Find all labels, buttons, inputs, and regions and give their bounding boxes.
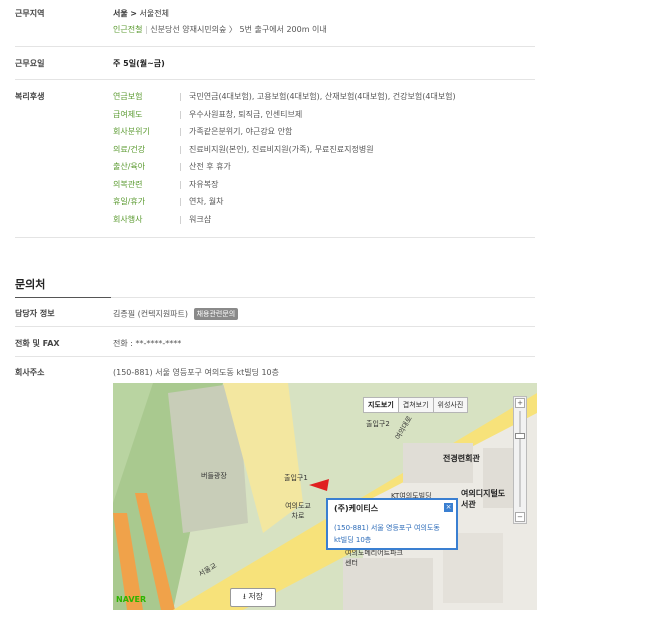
address-value: (150-881) 서울 영등포구 여의도동 kt빌딩 10층 <box>113 368 280 377</box>
download-icon: ⭳ <box>242 592 246 601</box>
list-item: 회사분위기 | 가족같은분위기, 야근강요 안함 <box>113 127 293 136</box>
welfare-list: 연금보험 | 국민연금(4대보험), 고용보험(4대보험), 산재보험(4대보험),… <box>113 91 533 231</box>
zoom-out-button[interactable]: − <box>515 512 525 522</box>
phone-value: 전화 : **-****-**** <box>113 339 182 348</box>
zoom-in-button[interactable]: + <box>515 398 525 408</box>
list-item: 회사행사 | 워크샵 <box>113 214 212 224</box>
map-view-toggle: 지도보기 겹쳐보기 위성사진 <box>363 397 469 413</box>
map-label: 전경련회관 <box>443 454 480 463</box>
zoom-slider-handle[interactable] <box>515 433 525 439</box>
list-item: 의복관련 | 자유복장 <box>113 179 219 189</box>
satellite-view-button[interactable]: 위성사진 <box>432 397 469 413</box>
map-label: 여의도메리어트파크센터 <box>345 549 403 567</box>
address-label: 회사주소 <box>15 368 45 377</box>
zoom-track[interactable] <box>519 411 521 507</box>
list-item: 휴일/휴가 | 연차, 월차 <box>113 197 224 206</box>
nearby-station-label: 인근전철 <box>113 25 143 34</box>
company-map[interactable]: 전경련회관 출입구1 출입구2 여의대로 버들광장 여의도교차로 KT여의도빌딩… <box>113 383 537 610</box>
divider <box>15 46 535 47</box>
nearby-station-value: 신분당선 양재시민의숲 〉 5번 출구에서 200m 이내 <box>150 25 327 34</box>
list-item: 출산/육아 | 산전 후 휴가 <box>113 162 231 171</box>
region: 서울 <box>113 9 128 18</box>
list-item: 의료/건강 | 진료비지원(본인), 진료비지원(가족), 무료진료지정병원 <box>113 144 374 154</box>
inquiry-badge[interactable]: 채용관련문의 <box>193 308 239 320</box>
map-label: 여의도교차로 <box>285 502 311 520</box>
area: 서울전체 <box>139 9 169 18</box>
divider <box>15 356 535 357</box>
close-icon[interactable]: × <box>444 503 453 512</box>
location-popup: (주)케이티스 × (150-881) 서울 영등포구 여의도동 kt빌딩 10… <box>326 498 458 550</box>
divider <box>111 297 535 298</box>
divider <box>15 326 535 327</box>
overlay-view-button[interactable]: 겹쳐보기 <box>397 397 434 413</box>
save-map-button[interactable]: ⭳ 저장 <box>230 588 276 607</box>
naver-logo: NAVER <box>116 595 147 604</box>
work-days-label: 근무요일 <box>15 59 45 68</box>
map-view-button[interactable]: 지도보기 <box>363 397 399 413</box>
divider <box>15 237 535 238</box>
work-location-label: 근무지역 <box>15 9 45 18</box>
work-days-value: 주 5일(월~금) <box>113 59 165 68</box>
map-label: 여의디지털도서관 <box>461 489 506 509</box>
zoom-control: + − <box>513 396 527 524</box>
section-underline <box>15 297 111 298</box>
manager-label: 담당자 정보 <box>15 309 55 318</box>
popup-address: (150-881) 서울 영등포구 여의도동 kt빌딩 10층 <box>334 524 440 544</box>
map-label: 출입구2 <box>366 420 390 428</box>
list-item: 급여제도 | 우수사원표창, 퇴직금, 인센티브제 <box>113 109 303 119</box>
phone-label: 전화 및 FAX <box>15 339 60 348</box>
map-label: 출입구1 <box>284 474 308 482</box>
section-title: 문의처 <box>15 278 46 291</box>
map-label: 버들광장 <box>201 472 227 480</box>
manager-value: 김종필 (컨텍지원파트) <box>113 309 189 319</box>
popup-title: (주)케이티스 <box>334 504 379 513</box>
list-item: 연금보험 | 국민연금(4대보험), 고용보험(4대보험), 산재보험(4대보험),… <box>113 92 456 101</box>
save-label: 저장 <box>248 592 264 601</box>
welfare-label: 복리후생 <box>15 92 45 101</box>
divider <box>15 79 535 80</box>
